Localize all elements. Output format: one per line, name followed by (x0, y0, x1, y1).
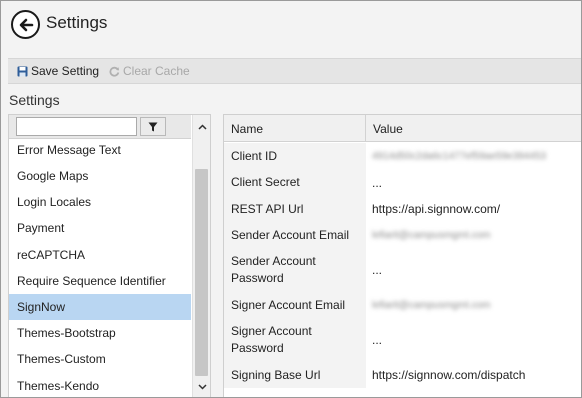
title-bar: Settings (1, 1, 581, 49)
filter-row (9, 115, 191, 139)
row-name: REST API Url (224, 196, 366, 222)
page-title: Settings (46, 13, 108, 32)
row-name: Sender Account Password (224, 248, 366, 292)
row-value[interactable]: ... (366, 248, 581, 292)
save-setting-label: Save Setting (31, 64, 100, 78)
grid-header: Name Value (224, 115, 581, 142)
row-value[interactable]: https://api.signnow.com/ (366, 196, 581, 222)
settings-window: Settings Save Setting Clear Cache Settin… (0, 0, 582, 398)
column-header-name[interactable]: Name (224, 115, 366, 142)
row-name: Client Secret (224, 169, 366, 196)
table-row[interactable]: REST API Url https://api.signnow.com/ (224, 196, 581, 222)
back-arrow-icon (19, 18, 33, 31)
list-item[interactable]: Login Locales (9, 189, 191, 215)
refresh-icon (109, 66, 120, 77)
clear-cache-button[interactable]: Clear Cache (109, 64, 190, 78)
scrollbar-thumb[interactable] (195, 169, 208, 376)
settings-section-heading: Settings (9, 92, 60, 108)
category-list: Error Message Text Google Maps Login Loc… (9, 139, 191, 398)
clear-cache-label: Clear Cache (123, 64, 190, 78)
list-item[interactable]: Payment (9, 215, 191, 241)
list-item[interactable]: Themes-Bootstrap (9, 320, 191, 346)
row-name: Signer Account Password (224, 318, 366, 362)
back-button[interactable] (11, 10, 40, 39)
filter-button[interactable] (140, 117, 166, 136)
settings-category-list-panel: Error Message Text Google Maps Login Loc… (8, 114, 211, 398)
list-item[interactable]: Require Sequence Identifier (9, 268, 191, 294)
table-row[interactable]: Sender Account Email lefiarit@campusmgmt… (224, 222, 581, 248)
scroll-down-icon[interactable] (197, 382, 207, 392)
table-row[interactable]: Signing Base Url https://signnow.com/dis… (224, 362, 581, 388)
column-header-value[interactable]: Value (366, 115, 581, 142)
table-row[interactable]: Client ID 4914d50c2da6c1477ef59ae59e3944… (224, 143, 581, 169)
row-value[interactable]: https://signnow.com/dispatch (366, 362, 581, 388)
table-row[interactable]: Client Secret ... (224, 169, 581, 196)
row-value[interactable]: ... (366, 318, 581, 362)
table-row[interactable]: Sender Account Password ... (224, 248, 581, 292)
row-name: Signer Account Email (224, 292, 366, 318)
list-item[interactable]: Themes-Kendo (9, 373, 191, 398)
row-name: Signing Base Url (224, 362, 366, 388)
row-value[interactable]: lefiarit@campusmgmt.com (366, 292, 581, 318)
save-setting-button[interactable]: Save Setting (17, 64, 99, 78)
row-name: Client ID (224, 143, 366, 169)
row-value[interactable]: 4914d50c2da6c1477ef59ae59e394453 (366, 143, 581, 169)
row-value[interactable]: ... (366, 169, 581, 196)
funnel-icon (148, 122, 158, 131)
list-item-selected[interactable]: SignNow (9, 293, 191, 321)
row-name: Sender Account Email (224, 222, 366, 248)
grid-body: Client ID 4914d50c2da6c1477ef59ae59e3944… (224, 143, 581, 388)
table-row[interactable]: Signer Account Password ... (224, 318, 581, 362)
scroll-up-icon[interactable] (197, 122, 207, 132)
list-scrollbar[interactable] (192, 115, 210, 397)
toolbar: Save Setting Clear Cache (8, 58, 581, 84)
list-item[interactable]: Themes-Custom (9, 346, 191, 372)
filter-input[interactable] (16, 117, 137, 136)
settings-values-grid: Name Value Client ID 4914d50c2da6c1477ef… (223, 114, 581, 397)
list-item[interactable]: Error Message Text (9, 139, 191, 163)
list-item[interactable]: Google Maps (9, 163, 191, 189)
table-row[interactable]: Signer Account Email lefiarit@campusmgmt… (224, 292, 581, 318)
row-value[interactable]: lefiarit@campusmgmt.com (366, 222, 581, 248)
floppy-disk-icon (17, 66, 28, 77)
list-item[interactable]: reCAPTCHA (9, 242, 191, 268)
